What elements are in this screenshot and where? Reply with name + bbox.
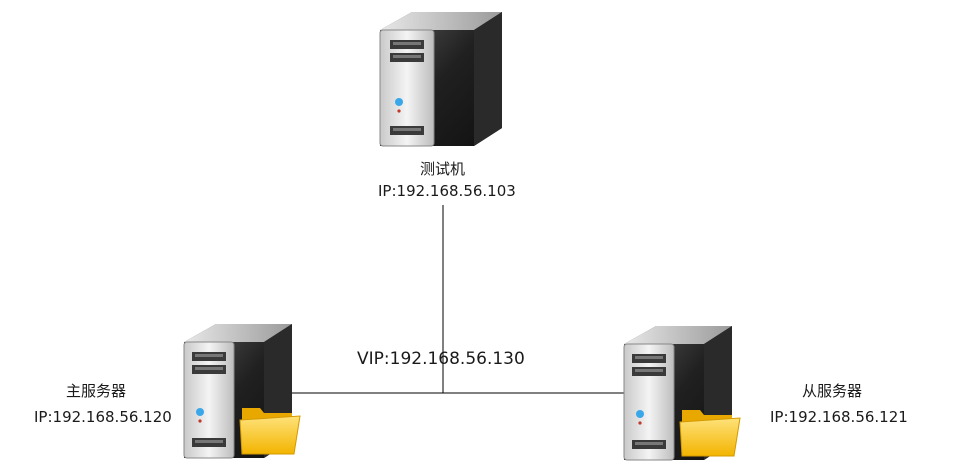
master-server-ip: IP:192.168.56.120 bbox=[34, 408, 172, 426]
test-machine-ip: IP:192.168.56.103 bbox=[378, 182, 516, 200]
file-server-icon bbox=[623, 326, 741, 461]
file-server-icon bbox=[183, 324, 301, 459]
test-machine-name: 测试机 bbox=[420, 160, 466, 178]
slave-server-ip: IP:192.168.56.121 bbox=[770, 408, 908, 426]
folder-icon bbox=[679, 410, 741, 457]
server-icon bbox=[379, 12, 502, 147]
slave-server-name: 从服务器 bbox=[802, 382, 863, 400]
folder-icon bbox=[239, 408, 301, 455]
vip-label: VIP:192.168.56.130 bbox=[357, 349, 525, 369]
master-server-name: 主服务器 bbox=[66, 382, 127, 400]
